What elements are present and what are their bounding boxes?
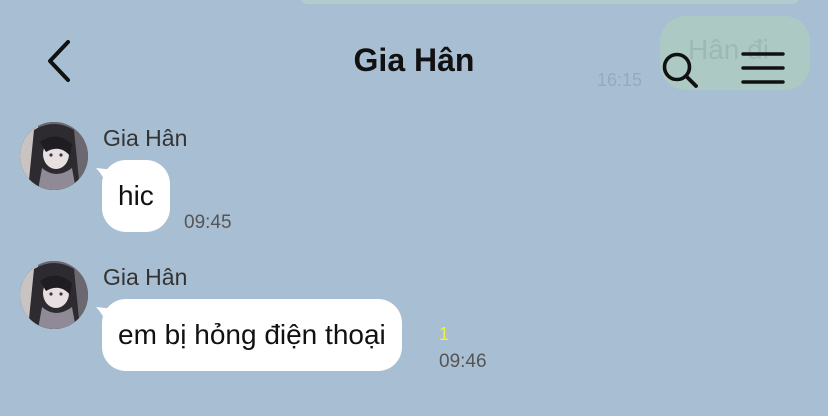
message-bubble[interactable]: em bị hỏng điện thoại (102, 299, 402, 371)
search-icon (662, 52, 698, 88)
sender-name: Gia Hân (103, 264, 188, 290)
avatar[interactable] (20, 261, 88, 329)
message-time: 09:45 (184, 212, 232, 233)
sender-name: Gia Hân (103, 125, 188, 151)
chat-title: Gia Hân (353, 42, 475, 78)
search-button[interactable] (660, 50, 700, 90)
hamburger-menu-icon (741, 52, 785, 84)
menu-button[interactable] (740, 50, 786, 86)
avatar-image (20, 261, 88, 329)
avatar[interactable] (20, 122, 88, 190)
message-time: 09:46 (439, 351, 487, 372)
message-bubble[interactable]: hic (102, 160, 170, 232)
avatar-image (20, 122, 88, 190)
unread-count: 1 (439, 324, 450, 344)
chat-screen: Hân đi 16:15 Gia Hân Gia Hân hic 09:45 G… (0, 0, 828, 416)
chat-header: Gia Hân (0, 0, 828, 110)
